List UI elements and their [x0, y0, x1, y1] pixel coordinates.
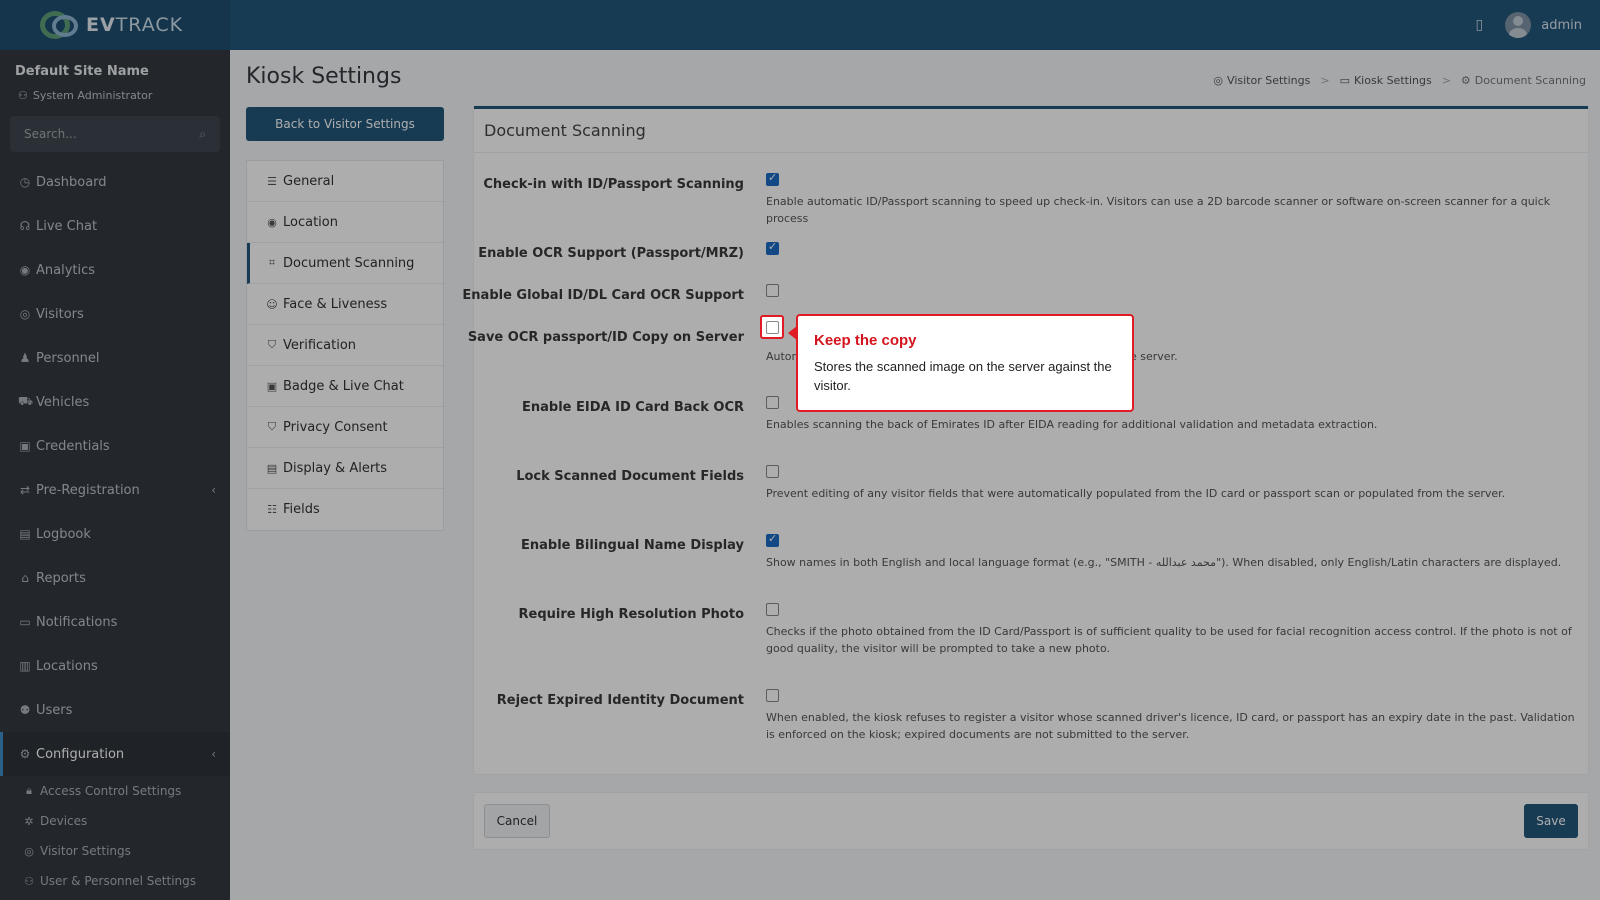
checkbox-save-ocr-copy[interactable]	[765, 320, 779, 334]
tooltip-title: Keep the copy	[814, 332, 917, 349]
tutorial-overlay	[0, 0, 1600, 900]
tooltip-body: Stores the scanned image on the server a…	[814, 359, 1112, 393]
highlighted-checkbox-save-ocr-copy[interactable]	[760, 315, 784, 339]
tutorial-tooltip: Keep the copy Stores the scanned image o…	[788, 314, 1134, 412]
